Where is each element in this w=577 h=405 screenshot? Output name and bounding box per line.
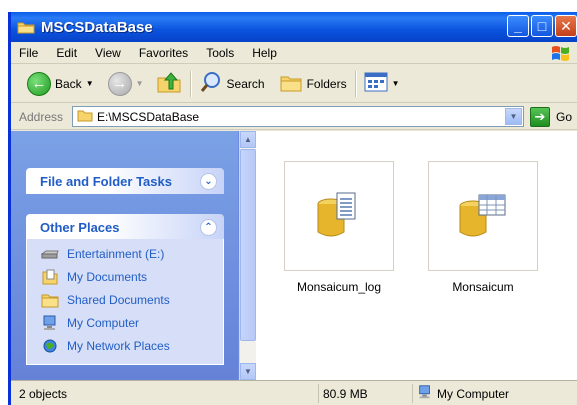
back-arrow-icon: ← — [27, 71, 51, 96]
database-table-icon — [428, 161, 538, 271]
back-dropdown-icon[interactable]: ▼ — [86, 79, 94, 88]
chevron-down-icon[interactable]: ⌄ — [200, 173, 217, 190]
window-title: MSCSDataBase — [41, 18, 153, 36]
address-label: Address — [19, 109, 64, 124]
title-bar[interactable]: MSCSDataBase _ □ ✕ — [11, 12, 577, 42]
views-icon — [364, 72, 388, 95]
status-count-text: 2 objects — [19, 386, 68, 401]
search-label: Search — [226, 76, 265, 91]
maximize-icon: □ — [537, 18, 547, 34]
other-places-panel: Entertainment (E:) My Documents Shared D… — [26, 239, 224, 365]
status-size-text: 80.9 MB — [323, 386, 368, 401]
minimize-icon: _ — [514, 18, 522, 34]
back-label: Back — [55, 76, 82, 91]
chevron-up-icon[interactable]: ⌃ — [200, 219, 217, 236]
place-entertainment-drive[interactable]: Entertainment (E:) — [40, 245, 165, 263]
forward-arrow-icon: → — [107, 71, 132, 96]
folders-icon — [279, 71, 303, 96]
file-name: Monsaicum — [452, 280, 514, 294]
folder-icon — [77, 109, 93, 125]
search-button[interactable]: Search — [195, 69, 269, 99]
scrollbar-thumb[interactable] — [240, 149, 256, 341]
folders-label: Folders — [306, 76, 347, 91]
drive-icon — [40, 246, 59, 262]
menu-help[interactable]: Help — [243, 46, 286, 60]
search-icon — [199, 70, 223, 97]
file-folder-tasks-header[interactable]: File and Folder Tasks ⌄ — [26, 168, 224, 194]
minimize-button[interactable]: _ — [507, 15, 529, 37]
menu-view[interactable]: View — [86, 46, 130, 60]
other-places-header[interactable]: Other Places ⌃ — [26, 214, 224, 240]
toolbar: ← Back ▼ → ▼ Search Folders ▼ — [11, 65, 577, 103]
menu-favorites[interactable]: Favorites — [130, 46, 197, 60]
status-object-count: 2 objects — [19, 384, 319, 403]
file-item[interactable]: Monsaicum — [423, 161, 543, 294]
status-location: My Computer — [417, 384, 577, 403]
address-path: E:\MSCSDataBase — [97, 109, 200, 124]
shared-documents-icon — [41, 292, 59, 308]
up-folder-button[interactable] — [152, 69, 186, 99]
scroll-up-icon[interactable]: ▲ — [240, 131, 256, 148]
network-places-icon — [41, 338, 59, 354]
my-computer-icon — [41, 315, 59, 331]
up-folder-icon — [156, 70, 182, 97]
maximize-button[interactable]: □ — [531, 15, 553, 37]
address-bar: Address E:\MSCSDataBase ▼ ➔ Go — [11, 104, 577, 130]
file-item[interactable]: Monsaicum_log — [279, 161, 399, 294]
folders-button[interactable]: Folders — [275, 69, 351, 99]
scroll-down-icon[interactable]: ▼ — [240, 363, 256, 380]
place-label: My Computer — [67, 316, 140, 330]
place-my-computer[interactable]: My Computer — [41, 314, 139, 332]
status-bar: 2 objects 80.9 MB My Computer — [11, 380, 577, 405]
place-my-documents[interactable]: My Documents — [41, 268, 147, 286]
menu-bar: File Edit View Favorites Tools Help — [11, 42, 577, 64]
task-pane: File and Folder Tasks ⌄ Other Places ⌃ E… — [11, 131, 239, 380]
address-dropdown-icon[interactable]: ▼ — [505, 108, 522, 125]
forward-button[interactable]: → ▼ — [104, 69, 148, 99]
go-label: Go — [556, 110, 573, 124]
content-area: File and Folder Tasks ⌄ Other Places ⌃ E… — [11, 131, 577, 380]
toolbar-separator — [354, 70, 356, 97]
status-size: 80.9 MB — [323, 384, 413, 403]
go-arrow-icon: ➔ — [530, 107, 550, 127]
status-location-text: My Computer — [437, 386, 510, 401]
my-computer-icon — [417, 384, 433, 403]
back-button[interactable]: ← Back ▼ — [23, 69, 98, 99]
views-dropdown-icon[interactable]: ▼ — [392, 79, 400, 88]
database-log-icon — [284, 161, 394, 271]
explorer-window: MSCSDataBase _ □ ✕ File Edit View Favori… — [8, 12, 577, 405]
address-input[interactable]: E:\MSCSDataBase ▼ — [72, 106, 524, 127]
close-icon: ✕ — [560, 17, 572, 34]
place-label: My Documents — [67, 270, 148, 284]
windows-logo-icon — [549, 44, 573, 62]
file-folder-tasks-title: File and Folder Tasks — [40, 173, 172, 189]
place-label: My Network Places — [67, 339, 170, 353]
menu-tools[interactable]: Tools — [197, 46, 243, 60]
file-list: Monsaicum_log Monsaicum — [257, 131, 577, 380]
my-documents-icon — [41, 269, 59, 285]
menu-file[interactable]: File — [11, 46, 47, 60]
place-my-network-places[interactable]: My Network Places — [41, 337, 170, 355]
menu-edit[interactable]: Edit — [47, 46, 86, 60]
views-button[interactable]: ▼ — [360, 69, 404, 99]
file-name: Monsaicum_log — [296, 280, 382, 294]
other-places-title: Other Places — [40, 219, 120, 235]
place-shared-documents[interactable]: Shared Documents — [41, 291, 170, 309]
go-button[interactable]: ➔ Go — [530, 107, 572, 127]
task-pane-scrollbar[interactable]: ▲ ▼ — [239, 131, 256, 380]
place-label: Entertainment (E:) — [67, 247, 165, 261]
folder-icon — [17, 20, 35, 34]
toolbar-separator — [189, 70, 191, 97]
close-button[interactable]: ✕ — [555, 15, 577, 37]
forward-dropdown-icon[interactable]: ▼ — [136, 79, 144, 88]
place-label: Shared Documents — [67, 293, 170, 307]
